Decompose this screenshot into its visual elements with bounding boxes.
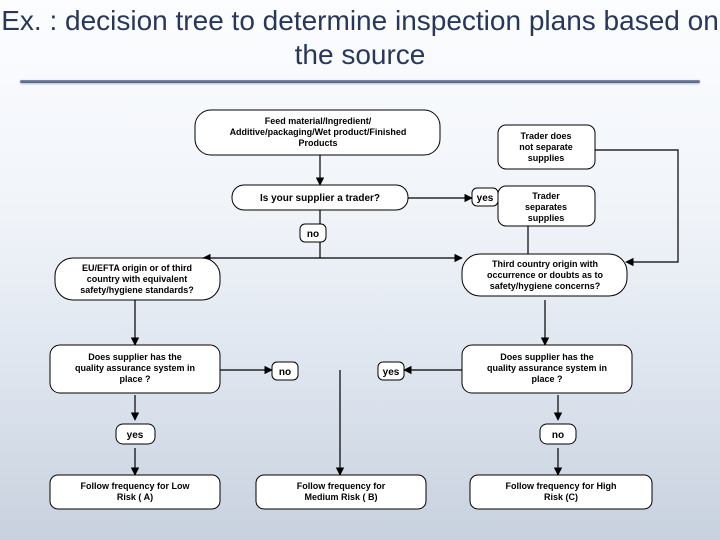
node-products: Feed material/Ingredient/Additive/packag… xyxy=(195,110,440,155)
node-eu-efta: EU/EFTA origin or of thirdcountry with e… xyxy=(55,258,220,300)
label-yes-3: yes xyxy=(116,424,155,444)
label-yes-1: yes xyxy=(472,188,498,206)
node-out-low: Follow frequency for LowRisk ( A) xyxy=(50,475,220,509)
svg-text:Third country origin withoccur: Third country origin withoccurrence or d… xyxy=(487,259,604,291)
diagram: Feed material/Ingredient/Additive/packag… xyxy=(0,0,720,540)
node-out-high: Follow frequency for HighRisk (C) xyxy=(470,475,652,509)
svg-text:yes: yes xyxy=(383,367,400,378)
svg-text:Is your supplier a trader?: Is your supplier a trader? xyxy=(260,193,380,204)
label-no-1: no xyxy=(300,224,326,242)
svg-text:no: no xyxy=(552,430,564,441)
node-out-medium: Follow frequency forMedium Risk ( B) xyxy=(256,475,426,509)
node-qa-right: Does supplier has thequality assurance s… xyxy=(462,345,632,393)
label-no-3: no xyxy=(540,424,576,444)
svg-text:no: no xyxy=(307,229,319,240)
label-no-2: no xyxy=(272,362,298,380)
svg-text:yes: yes xyxy=(477,193,494,204)
node-trader-separates: Traderseparatessupplies xyxy=(498,186,595,226)
svg-text:Follow frequency forMedium Ris: Follow frequency forMedium Risk ( B) xyxy=(297,481,386,502)
node-is-trader: Is your supplier a trader? xyxy=(232,185,408,210)
node-trader-not-separate: Trader doesnot separatesupplies xyxy=(498,125,595,169)
svg-text:EU/EFTA origin or of thirdcoun: EU/EFTA origin or of thirdcountry with e… xyxy=(80,263,194,295)
node-third-country: Third country origin withoccurrence or d… xyxy=(462,254,627,296)
svg-text:yes: yes xyxy=(127,430,144,441)
node-qa-left: Does supplier has thequality assurance s… xyxy=(50,345,220,393)
label-yes-2: yes xyxy=(378,362,404,380)
svg-text:no: no xyxy=(279,367,291,378)
